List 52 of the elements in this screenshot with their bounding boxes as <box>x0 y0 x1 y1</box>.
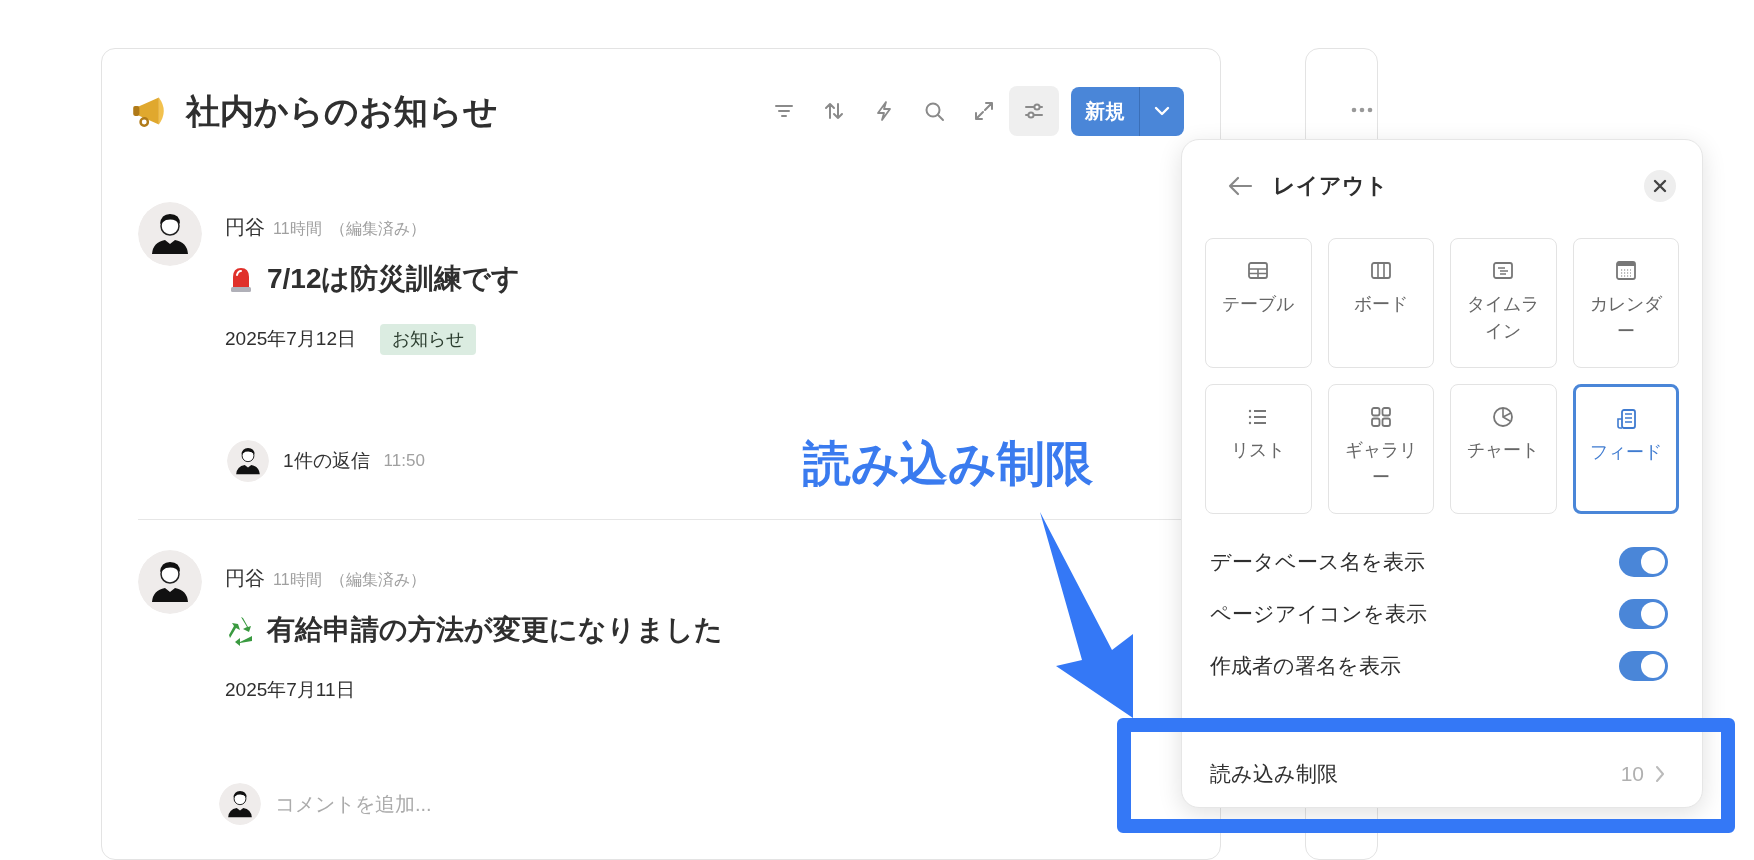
post-date: 2025年7月12日 <box>225 326 356 351</box>
comment-field[interactable]: コメントを追加... <box>275 789 675 819</box>
toggle-switch[interactable] <box>1619 598 1668 629</box>
annotation-label: 読み込み制限 <box>803 440 1093 488</box>
layout-option[interactable]: リスト <box>1205 383 1312 514</box>
expand-icon <box>973 100 995 122</box>
back-arrow-icon[interactable] <box>1227 175 1253 196</box>
layout-option[interactable]: ギャラリー <box>1327 383 1434 514</box>
new-button[interactable]: 新規 <box>1071 86 1140 136</box>
search-icon <box>923 100 945 122</box>
new-dropdown-button[interactable] <box>1140 86 1184 136</box>
reply-time: 11:50 <box>383 450 425 473</box>
layout-option[interactable]: フィード <box>1572 383 1679 514</box>
edited-label: （編集済み） <box>329 219 426 239</box>
sliders-icon <box>1023 100 1045 122</box>
panel-title: レイアウト <box>1273 172 1388 201</box>
post-time: 11時間 <box>273 570 322 590</box>
toggle-switch[interactable] <box>1619 650 1668 681</box>
toggle-switch[interactable] <box>1619 546 1668 577</box>
avatar <box>227 440 269 482</box>
tag: お知らせ <box>379 323 476 355</box>
author-name: 円谷 <box>225 215 265 240</box>
toggle-label: データベース名を表示 <box>1210 548 1426 575</box>
replies-link[interactable]: 1件の返信 <box>283 446 370 476</box>
caret-icon <box>1153 105 1171 117</box>
layout-option[interactable]: ボード <box>1327 237 1434 368</box>
layout-option[interactable]: チャート <box>1450 383 1557 514</box>
layout-option[interactable]: カレンダー <box>1572 237 1679 368</box>
chevron-icon <box>1656 766 1664 782</box>
post-title[interactable]: 7/12は防災訓練です <box>267 258 521 300</box>
edited-label: （編集済み） <box>329 570 426 590</box>
post-time: 11時間 <box>273 219 322 239</box>
close-button[interactable] <box>1644 169 1676 202</box>
option-row[interactable]: 読み込み制限 10 <box>1205 741 1679 807</box>
sliders-button[interactable] <box>1009 86 1059 136</box>
post-date: 2025年7月11日 <box>225 677 355 702</box>
more-icon[interactable] <box>1350 107 1373 113</box>
avatar <box>138 550 202 614</box>
author-name: 円谷 <box>225 566 265 591</box>
post-title[interactable]: 有給申請の方法が変更になりました <box>267 609 723 651</box>
layout-option[interactable]: タイムライン <box>1450 237 1557 368</box>
calendar-icon <box>1613 258 1638 283</box>
layout-option[interactable]: テーブル <box>1205 237 1312 368</box>
pie-chart-icon <box>1491 404 1516 429</box>
page-title: 社内からのお知らせ <box>186 90 498 132</box>
avatar <box>219 783 261 825</box>
toggle-label: 作成者の署名を表示 <box>1210 652 1402 679</box>
close-icon <box>1653 178 1667 193</box>
avatar <box>138 202 202 266</box>
toggle-label: ページアイコンを表示 <box>1210 600 1428 627</box>
sort-icon <box>823 100 845 122</box>
grid-icon <box>1368 404 1393 429</box>
